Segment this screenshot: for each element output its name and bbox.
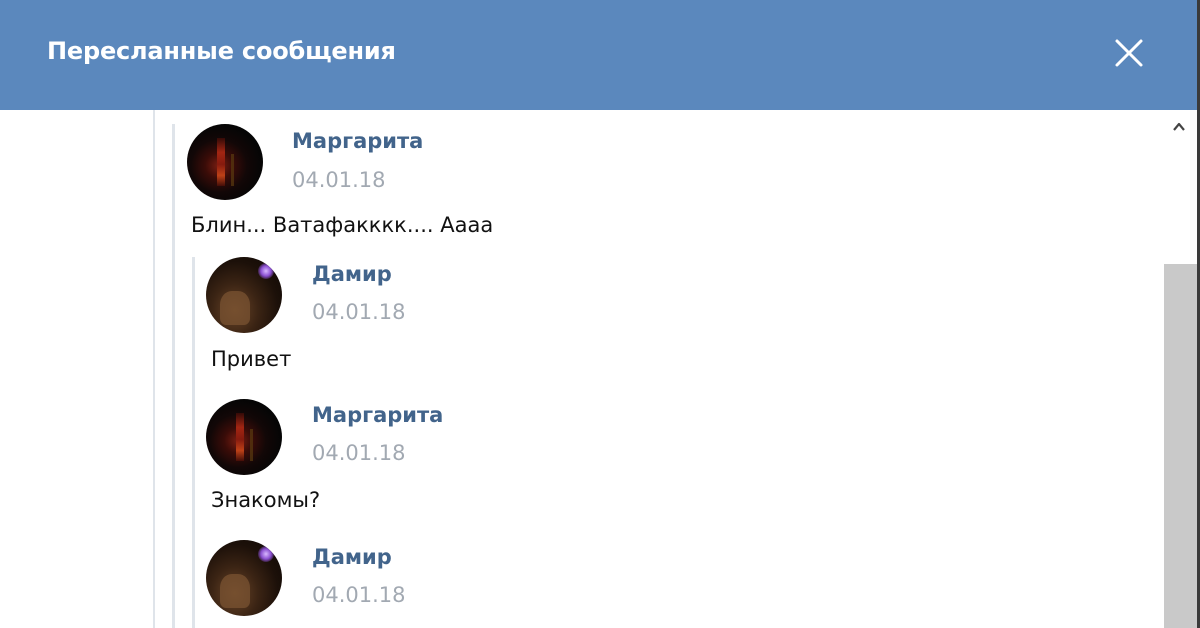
scroll-up-button[interactable] xyxy=(1167,118,1191,136)
forward-line-nested xyxy=(192,257,195,628)
avatar-margarita[interactable] xyxy=(206,399,282,475)
forward-line xyxy=(172,124,175,628)
message-author[interactable]: Маргарита xyxy=(312,403,443,427)
dialog-title: Пересланные сообщения xyxy=(47,37,396,65)
message-author[interactable]: Дамир xyxy=(312,545,392,569)
message-date[interactable]: 04.01.18 xyxy=(312,583,406,607)
avatar-margarita[interactable] xyxy=(187,124,263,200)
messages-area: Маргарита 04.01.18 Блин... Ватафакккк...… xyxy=(0,110,1162,628)
dialog-header: Пересланные сообщения xyxy=(0,0,1197,110)
message-text: Блин... Ватафакккк.... Аааа xyxy=(191,213,494,237)
message-date[interactable]: 04.01.18 xyxy=(292,168,386,192)
thread-line xyxy=(153,110,155,628)
chevron-up-icon[interactable] xyxy=(1167,118,1191,136)
close-icon[interactable] xyxy=(1108,32,1150,74)
message-date[interactable]: 04.01.18 xyxy=(312,300,406,324)
message-text: Привет xyxy=(211,347,292,371)
message-text: Знакомы? xyxy=(211,488,321,512)
avatar-damir[interactable] xyxy=(206,257,282,333)
message-date[interactable]: 04.01.18 xyxy=(312,441,406,465)
close-button[interactable] xyxy=(1108,32,1150,74)
scrollbar-thumb[interactable] xyxy=(1164,264,1197,628)
avatar-damir[interactable] xyxy=(206,540,282,616)
forwarded-messages-dialog: Пересланные сообщения Маргарита 04.01.18… xyxy=(0,0,1200,628)
message-author[interactable]: Маргарита xyxy=(292,129,423,153)
message-author[interactable]: Дамир xyxy=(312,262,392,286)
